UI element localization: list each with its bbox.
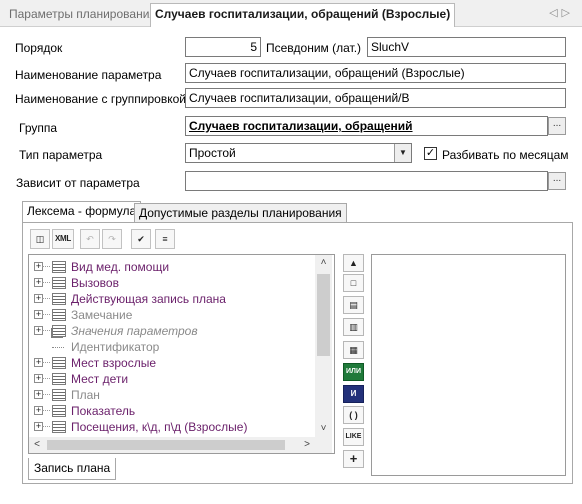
tree-node-label: План bbox=[71, 388, 100, 402]
tree-connector bbox=[42, 314, 50, 315]
grouped-name-field[interactable]: Случаев госпитализации, обращений/В bbox=[185, 88, 566, 108]
xml-button[interactable]: XML bbox=[52, 229, 74, 249]
order-label: Порядок bbox=[15, 41, 63, 55]
alias-field[interactable]: SluchV bbox=[367, 37, 566, 57]
tab-lexeme-formula[interactable]: Лексема - формула bbox=[22, 201, 142, 223]
table-icon bbox=[52, 405, 66, 417]
tree-node-label: Вид мед. помощи bbox=[71, 260, 170, 274]
scrollbar-corner bbox=[315, 437, 332, 453]
empty-block-icon[interactable]: □ bbox=[343, 274, 364, 292]
split-by-months-checkbox[interactable]: ✓ bbox=[424, 147, 437, 160]
group-select-button[interactable]: ... bbox=[548, 117, 566, 135]
tree-connector bbox=[42, 362, 50, 363]
tree-connector bbox=[42, 394, 50, 395]
tree-connector bbox=[42, 410, 50, 411]
param-type-combo[interactable]: Простой ▼ bbox=[185, 143, 412, 163]
tab-next-icon[interactable]: ▷ bbox=[562, 7, 574, 19]
tree-node-label: Вызовов bbox=[71, 276, 119, 290]
tree-node-label: Показатель bbox=[71, 404, 136, 418]
insert-param-icon[interactable]: ▥ bbox=[343, 318, 364, 336]
group-label: Группа bbox=[19, 121, 58, 135]
undo-icon[interactable]: ↶ bbox=[80, 229, 100, 249]
tree-node-label: Идентификатор bbox=[71, 340, 160, 354]
formula-editor[interactable] bbox=[371, 254, 566, 476]
param-name-field[interactable]: Случаев госпитализации, обращений (Взрос… bbox=[185, 63, 566, 83]
table-icon bbox=[52, 309, 66, 321]
tab-nav-arrows: ◁▷ bbox=[549, 6, 574, 19]
tree-node-label: Мест дети bbox=[71, 372, 129, 386]
scroll-left-icon[interactable]: ˂ bbox=[29, 437, 45, 453]
tree-node-label: Значения параметров bbox=[71, 324, 198, 338]
redo-icon[interactable]: ↷ bbox=[102, 229, 122, 249]
insert-function-icon[interactable]: ▦ bbox=[343, 341, 364, 359]
depends-on-select-button[interactable]: ... bbox=[548, 172, 566, 190]
or-operator-button[interactable]: ИЛИ bbox=[343, 363, 364, 381]
depends-on-label: Зависит от параметра bbox=[16, 176, 140, 190]
check-syntax-icon[interactable]: ✔ bbox=[131, 229, 151, 249]
scroll-up-icon[interactable]: ˄ bbox=[315, 255, 332, 271]
table-icon bbox=[52, 325, 66, 337]
table-icon bbox=[52, 261, 66, 273]
numbered-list-icon[interactable]: ≡ bbox=[155, 229, 175, 249]
alias-label: Псевдоним (лат.) bbox=[266, 41, 362, 55]
chevron-down-icon[interactable]: ▼ bbox=[394, 144, 411, 162]
insert-field-icon[interactable]: ▤ bbox=[343, 296, 364, 314]
tree-node-label: Мест взрослые bbox=[71, 356, 157, 370]
tab-prev-icon[interactable]: ◁ bbox=[549, 7, 561, 19]
like-operator-button[interactable]: LIKE bbox=[343, 428, 364, 446]
split-by-months-label: Разбивать по месяцам bbox=[442, 148, 569, 162]
and-operator-button[interactable]: И bbox=[343, 385, 364, 403]
depends-on-field[interactable] bbox=[185, 171, 548, 191]
param-type-value: Простой bbox=[189, 146, 236, 160]
group-link[interactable]: Случаев госпитализации, обращений bbox=[189, 119, 413, 133]
tree-connector bbox=[42, 298, 50, 299]
param-type-label: Тип параметра bbox=[19, 148, 103, 162]
tree-connector bbox=[42, 266, 50, 267]
tab-current-parameter[interactable]: Случаев госпитализации, обращений (Взрос… bbox=[150, 3, 456, 27]
scroll-right-icon[interactable]: ˃ bbox=[299, 437, 315, 453]
tree-connector bbox=[42, 282, 50, 283]
move-up-icon[interactable]: ▲ bbox=[343, 254, 364, 272]
order-field[interactable]: 5 bbox=[185, 37, 261, 57]
grouped-name-label: Наименование с группировкой bbox=[15, 92, 186, 106]
table-icon bbox=[52, 293, 66, 305]
tab-planning-parameters[interactable]: Параметры планирования bbox=[6, 6, 159, 24]
scroll-down-icon[interactable]: ˅ bbox=[315, 421, 332, 437]
tree-node-label: Замечание bbox=[71, 308, 133, 322]
tab-allowed-sections[interactable]: Допустимые разделы планирования bbox=[134, 203, 347, 223]
group-field[interactable]: Случаев госпитализации, обращений bbox=[185, 116, 548, 136]
plus-operator-button[interactable]: + bbox=[343, 450, 364, 468]
tree-node-label: Посещения, к\д, п\д (Взрослые) bbox=[71, 420, 248, 434]
tree-vertical-thumb[interactable] bbox=[317, 274, 330, 356]
param-name-label: Наименование параметра bbox=[15, 68, 162, 82]
parentheses-button[interactable]: ( ) bbox=[343, 406, 364, 424]
tab-plan-record[interactable]: Запись плана bbox=[28, 458, 117, 480]
tree-connector bbox=[42, 426, 50, 427]
tree-connector bbox=[42, 378, 50, 379]
tree-node-label: Действующая запись плана bbox=[71, 292, 226, 306]
tree-connector bbox=[42, 330, 50, 331]
operators-toolbar: ▲ □ ▤ ▥ ▦ ИЛИ И ( ) LIKE + bbox=[341, 254, 367, 468]
table-icon bbox=[52, 421, 66, 433]
tree-structure-icon[interactable]: ◫ bbox=[30, 229, 50, 249]
table-icon bbox=[52, 389, 66, 401]
fields-tree[interactable]: + Вид мед. помощи + Вызовов + Действующая зап… bbox=[28, 254, 335, 454]
tree-horizontal-thumb[interactable] bbox=[47, 440, 285, 450]
table-icon bbox=[52, 277, 66, 289]
table-icon bbox=[52, 357, 66, 369]
table-icon bbox=[52, 373, 66, 385]
